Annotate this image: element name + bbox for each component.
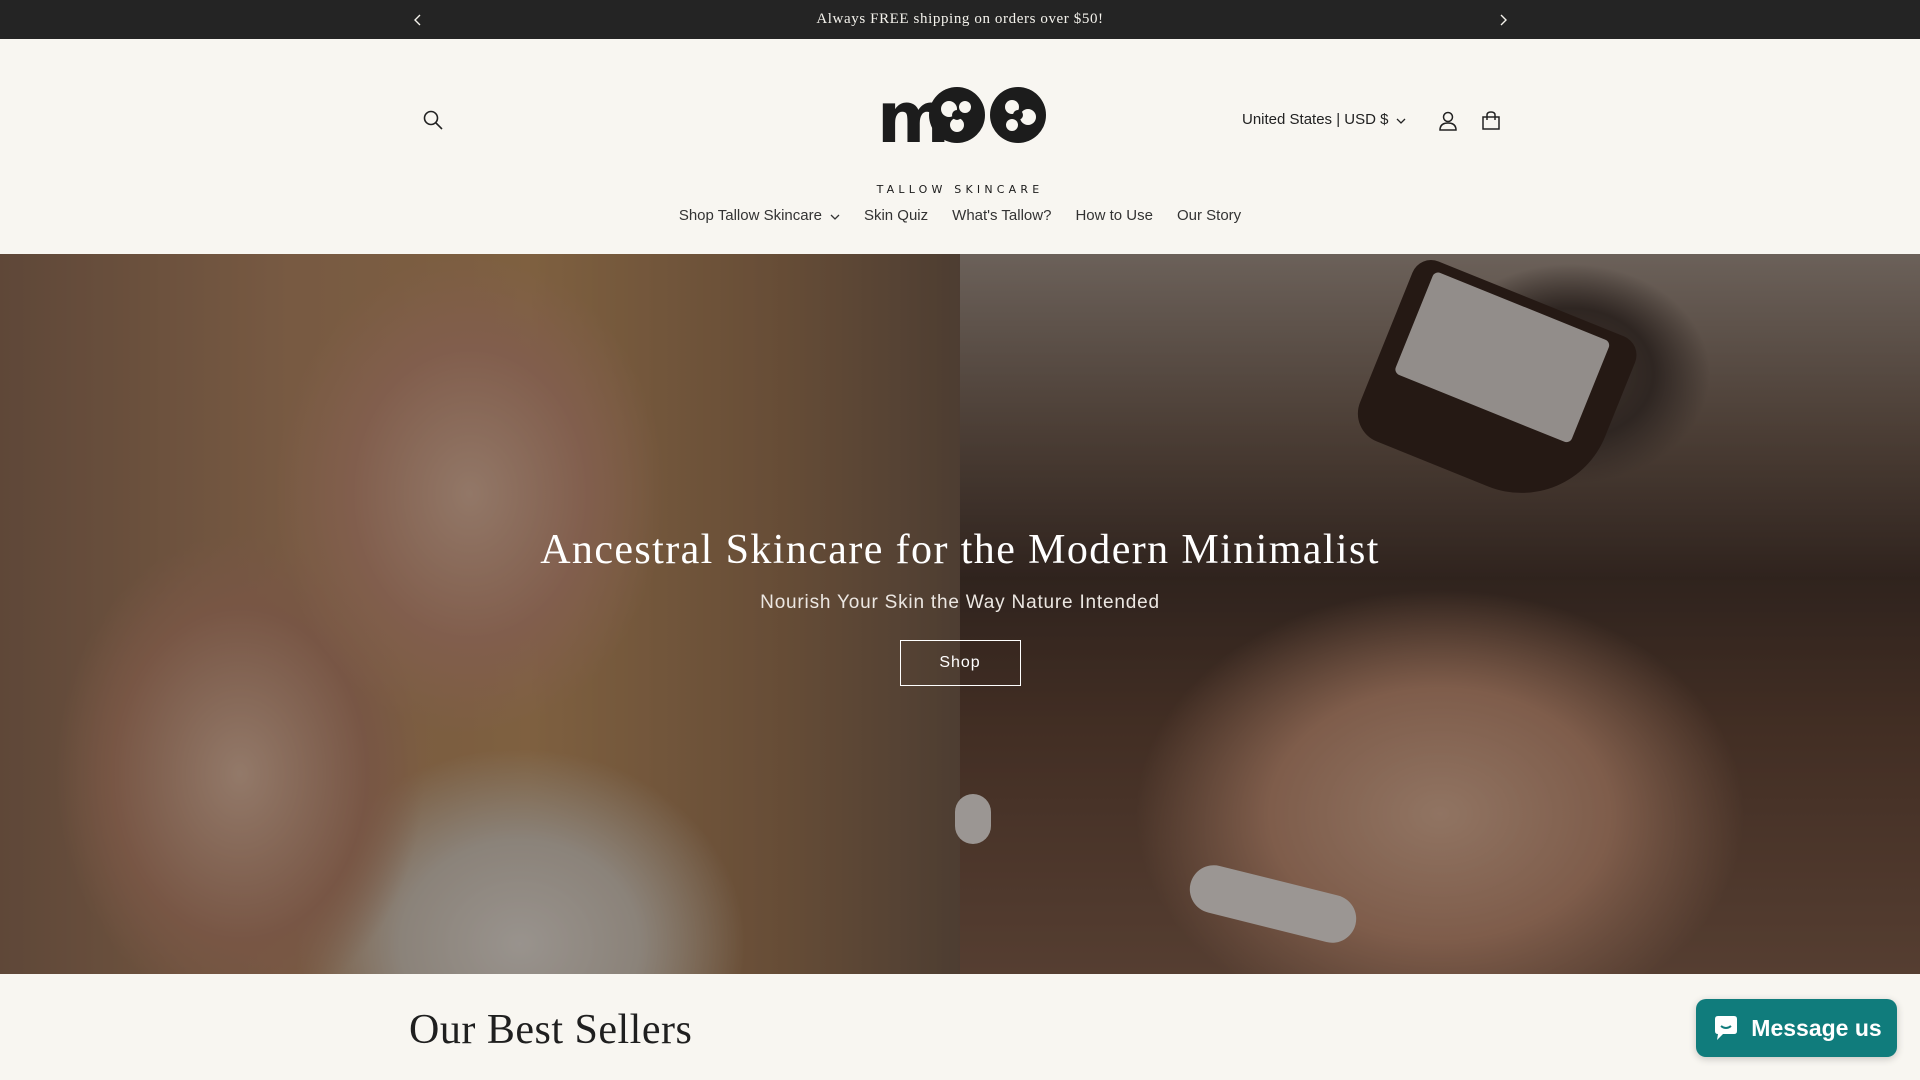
user-icon [1439, 111, 1457, 131]
chevron-right-icon [1500, 14, 1507, 25]
country-selector-label: United States | USD $ [1242, 110, 1389, 128]
nav-item-skin-quiz[interactable]: Skin Quiz [852, 201, 940, 230]
nav-item-whats-tallow[interactable]: What's Tallow? [940, 201, 1063, 230]
site-header: m TALLOW SKINCARE United States | USD $ [0, 39, 1920, 254]
nav-item-label: Skin Quiz [863, 207, 929, 224]
nav-item-label: How to Use [1075, 207, 1153, 224]
announcement-text: Always FREE shipping on orders over $50! [816, 11, 1104, 27]
logo-circle-icon [990, 87, 1046, 143]
account-button[interactable] [1432, 105, 1464, 137]
hero-title: Ancestral Skincare for the Modern Minima… [540, 527, 1380, 573]
nav-item-label: What's Tallow? [952, 207, 1052, 224]
best-sellers-title: Our Best Sellers [409, 1007, 693, 1053]
chevron-down-icon [1397, 118, 1406, 124]
nav-item-label: Our Story [1176, 207, 1242, 224]
hero-shop-button[interactable]: Shop [899, 640, 1021, 686]
hero-content: Ancestral Skincare for the Modern Minima… [0, 526, 1920, 686]
chevron-left-icon [414, 14, 421, 25]
logo-circle-icon [929, 87, 985, 143]
chevron-down-icon [830, 214, 840, 220]
announcement-prev-button[interactable] [403, 0, 433, 39]
logo[interactable]: m TALLOW SKINCARE [873, 81, 1047, 196]
logo-subtitle: TALLOW SKINCARE [876, 183, 1044, 196]
announcement-bar: Always FREE shipping on orders over $50! [0, 0, 1920, 39]
nav-item-our-story[interactable]: Our Story [1165, 201, 1253, 230]
chat-label: Message us [1751, 1014, 1882, 1041]
nav-item-label: Shop Tallow Skincare [678, 207, 822, 224]
announcement-next-button[interactable] [1488, 0, 1518, 39]
message-us-button[interactable]: Message us [1696, 999, 1897, 1057]
nav-item-shop-tallow-skincare[interactable]: Shop Tallow Skincare [667, 201, 852, 230]
search-button[interactable] [418, 105, 448, 135]
nav-item-how-to-use[interactable]: How to Use [1063, 201, 1165, 230]
hero-subtitle: Nourish Your Skin the Way Nature Intende… [760, 592, 1160, 613]
cart-button[interactable] [1475, 105, 1507, 137]
hero-banner: Ancestral Skincare for the Modern Minima… [0, 254, 1920, 974]
search-icon [423, 110, 443, 130]
country-currency-selector[interactable]: United States | USD $ [1242, 107, 1406, 131]
cart-icon [1482, 111, 1500, 130]
main-nav: Shop Tallow Skincare Skin Quiz What's Ta… [0, 201, 1920, 230]
chat-bubble-icon [1715, 1016, 1738, 1040]
